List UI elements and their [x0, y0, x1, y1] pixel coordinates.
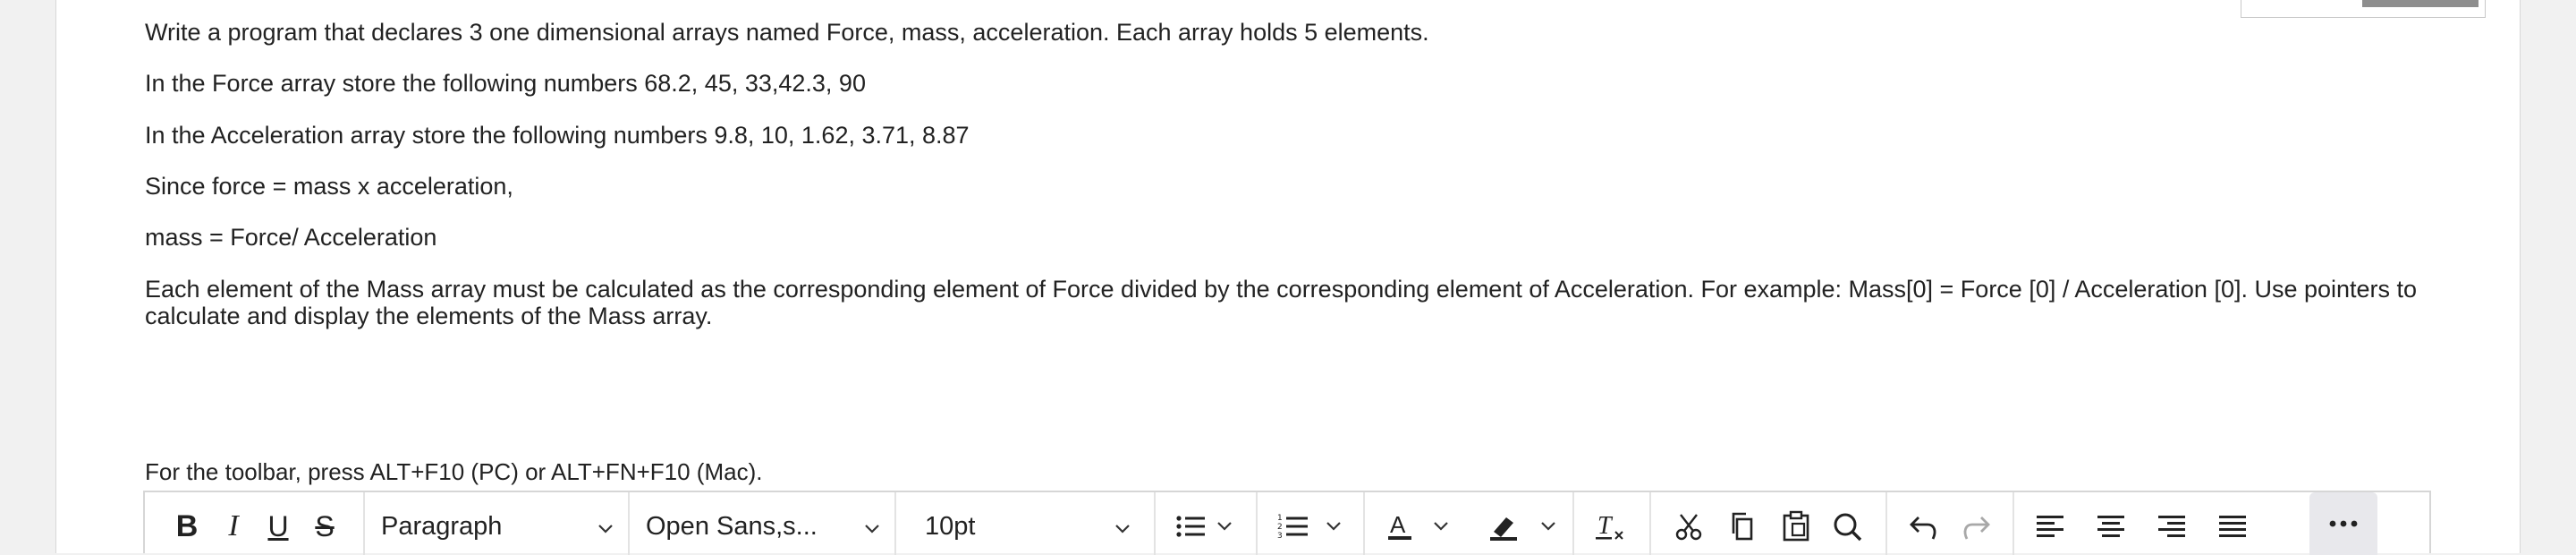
text-color-icon: A	[1388, 511, 1448, 540]
toolbar-divider	[1572, 492, 1574, 555]
question-line-1: Write a program that declares 3 one dime…	[145, 19, 1429, 46]
font-size-value: 10pt	[925, 511, 976, 541]
highlight-icon	[1490, 517, 1555, 541]
align-left-button[interactable]	[2032, 510, 2068, 542]
toolbar-divider	[894, 492, 896, 555]
editor-toolbar: B I U S Paragraph Open Sans,s... 10pt 1 …	[143, 491, 2431, 555]
cut-button[interactable]	[1671, 510, 1707, 542]
toolbar-divider	[1649, 492, 1651, 555]
numbered-list-icon: 1 2 3	[1277, 514, 1341, 541]
toolbar-divider	[1154, 492, 1156, 555]
copy-icon	[1732, 512, 1753, 541]
question-line-6: Each element of the Mass array must be c…	[145, 276, 2418, 329]
paste-button[interactable]	[1778, 510, 1814, 542]
question-line-2: In the Force array store the following n…	[145, 70, 866, 97]
justify-button[interactable]	[2215, 510, 2250, 542]
block-format-select[interactable]: Paragraph	[381, 508, 614, 544]
justify-icon	[2219, 516, 2246, 537]
text-color-button[interactable]: A	[1383, 510, 1458, 542]
chevron-down-icon	[1113, 516, 1132, 545]
bold-button[interactable]: B	[172, 509, 202, 543]
align-center-icon	[2097, 516, 2124, 537]
copy-button[interactable]	[1724, 510, 1760, 542]
align-left-icon	[2037, 516, 2063, 537]
font-size-select[interactable]: 10pt	[925, 508, 1157, 544]
toolbar-divider	[363, 492, 365, 555]
italic-button[interactable]: I	[220, 509, 247, 542]
toolbar-divider	[2012, 492, 2014, 555]
clear-formatting-icon: T	[1596, 512, 1623, 540]
chevron-down-icon	[596, 516, 615, 545]
align-center-button[interactable]	[2093, 510, 2129, 542]
align-right-icon	[2158, 516, 2185, 537]
top-right-button[interactable]	[2362, 0, 2479, 7]
svg-text:3: 3	[1277, 532, 1283, 541]
bullet-list-icon	[1176, 516, 1232, 537]
search-icon	[1834, 513, 1862, 542]
undo-icon	[1910, 517, 1936, 540]
svg-text:1: 1	[1277, 514, 1283, 523]
toolbar-hint: For the toolbar, press ALT+F10 (PC) or A…	[145, 458, 763, 485]
question-line-3: In the Acceleration array store the foll…	[145, 122, 970, 149]
toolbar-divider	[1363, 492, 1365, 555]
svg-text:2: 2	[1277, 523, 1283, 532]
more-options-button[interactable]	[2309, 492, 2377, 555]
align-right-button[interactable]	[2154, 510, 2190, 542]
search-button[interactable]	[1828, 510, 1868, 542]
undo-button[interactable]	[1907, 510, 1943, 542]
question-line-5: mass = Force/ Acceleration	[145, 224, 437, 251]
clear-formatting-button[interactable]: T	[1594, 510, 1630, 542]
highlight-color-button[interactable]	[1487, 510, 1563, 542]
toolbar-divider	[1256, 492, 1258, 555]
svg-text:T: T	[1597, 512, 1614, 540]
font-family-select[interactable]: Open Sans,s...	[646, 508, 879, 544]
toolbar-divider	[1885, 492, 1887, 555]
svg-text:A: A	[1390, 511, 1406, 538]
paste-icon	[1783, 510, 1809, 542]
redo-icon	[1963, 517, 1990, 540]
font-family-value: Open Sans,s...	[646, 511, 818, 541]
question-line-4: Since force = mass x acceleration,	[145, 173, 513, 200]
cut-icon	[1675, 514, 1702, 541]
underline-button[interactable]: U	[265, 510, 292, 542]
numbered-list-button[interactable]: 1 2 3	[1277, 510, 1349, 542]
block-format-value: Paragraph	[381, 511, 503, 541]
redo-button[interactable]	[1957, 510, 1993, 542]
bullet-list-button[interactable]	[1174, 510, 1238, 542]
strikethrough-button[interactable]: S	[309, 510, 340, 542]
more-icon	[2329, 520, 2358, 527]
chevron-down-icon	[862, 516, 882, 545]
toolbar-divider	[628, 492, 630, 555]
